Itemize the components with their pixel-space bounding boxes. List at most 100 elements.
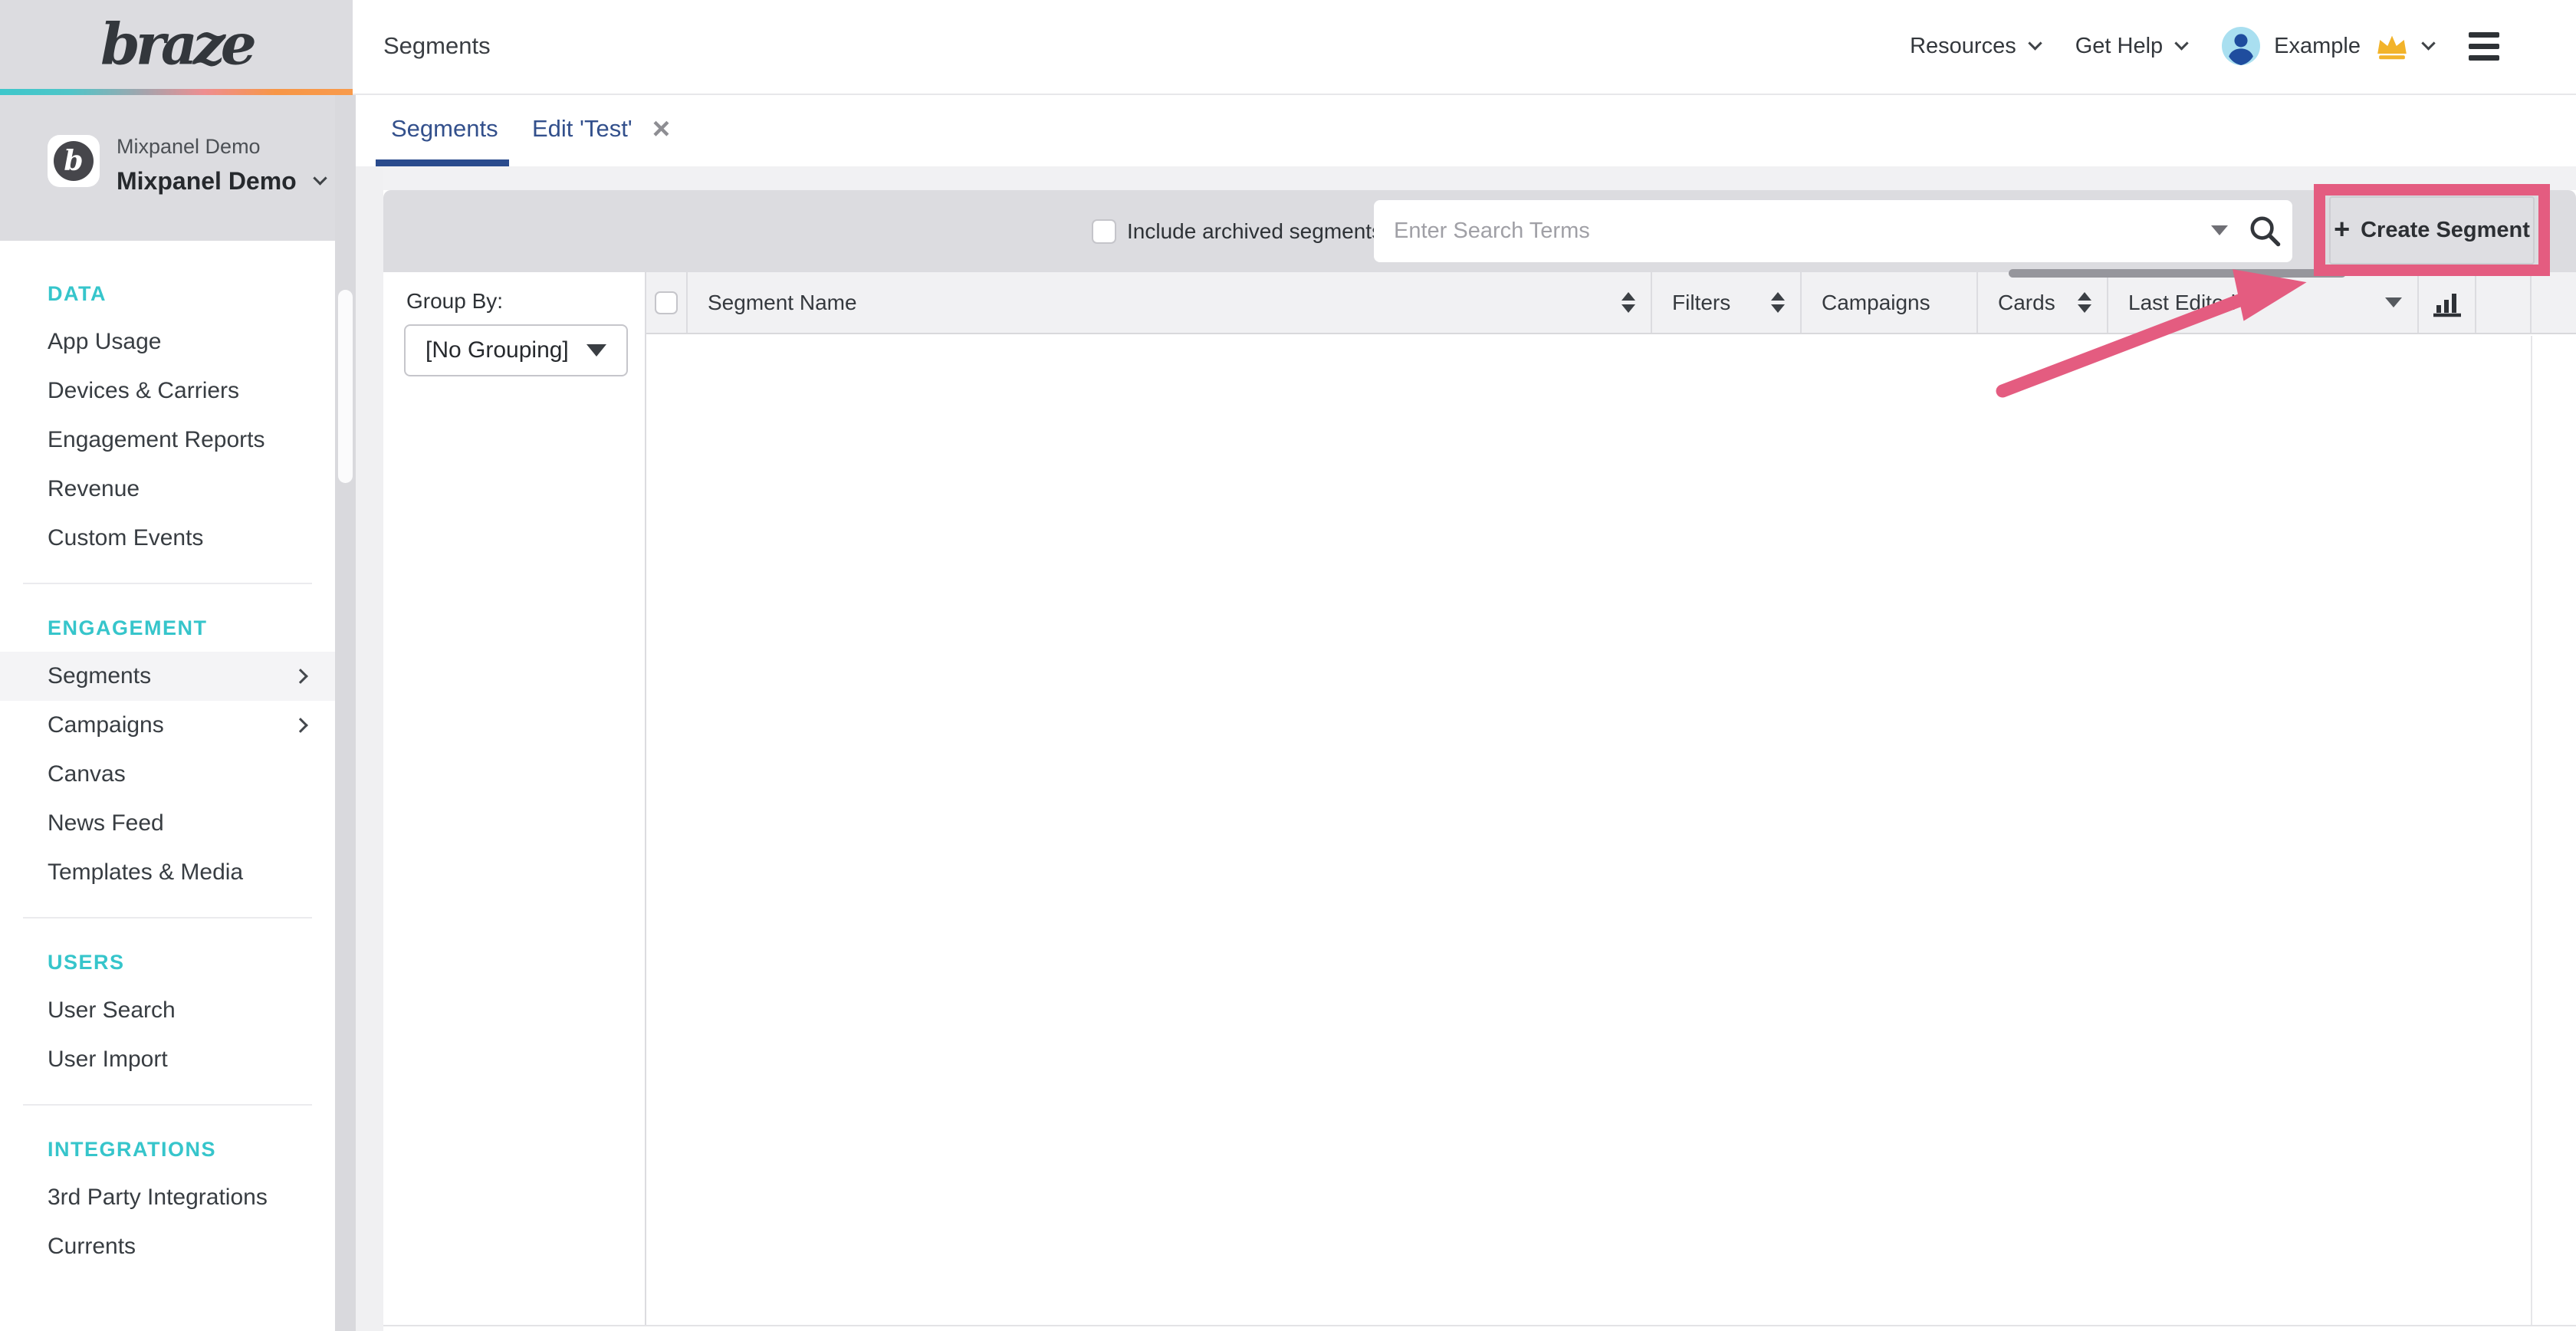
sidebar-item-label: User Search (48, 997, 176, 1024)
sidebar-item-label: User Import (48, 1047, 168, 1073)
column-label: Last Edited (2128, 291, 2236, 315)
close-icon[interactable]: × (652, 113, 670, 144)
sidebar: DATA App Usage Devices & Carriers Engage… (0, 241, 335, 1331)
workspace-avatar-letter: b (54, 141, 94, 181)
sidebar-item-label: Templates & Media (48, 859, 243, 886)
sidebar-item-label: Segments (48, 663, 151, 689)
bar-chart-icon (2429, 286, 2466, 320)
page-title: Segments (383, 0, 491, 92)
column-label: Filters (1672, 291, 1730, 315)
sidebar-item-label: News Feed (48, 810, 164, 836)
sidebar-item-engagement-reports[interactable]: Engagement Reports (0, 416, 335, 465)
topbar: Segments Resources Get Help Example (353, 0, 2576, 95)
table-body (646, 336, 2576, 1325)
braze-dashboard: braze Segments Resources Get Help Exampl… (0, 0, 2576, 1331)
brand-header: braze (0, 0, 353, 95)
chevron-right-icon (293, 669, 308, 684)
sidebar-item-custom-events[interactable]: Custom Events (0, 514, 335, 563)
sidebar-item-campaigns[interactable]: Campaigns (0, 701, 335, 750)
user-menu[interactable]: Example (2222, 27, 2433, 65)
sidebar-section-data: DATA (0, 270, 335, 317)
group-by-panel: Group By: [No Grouping] (383, 272, 646, 1325)
header-cell-filters[interactable]: Filters (1652, 272, 1802, 333)
sidebar-item-user-import[interactable]: User Import (0, 1035, 335, 1084)
sidebar-divider (23, 583, 312, 584)
group-by-dropdown[interactable]: [No Grouping] (404, 324, 628, 376)
get-help-menu[interactable]: Get Help (2075, 34, 2187, 59)
sidebar-item-templates-media[interactable]: Templates & Media (0, 848, 335, 897)
topbar-menus: Resources Get Help Example (1910, 0, 2499, 92)
resources-label: Resources (1910, 34, 2016, 59)
crown-icon (2374, 31, 2410, 61)
sidebar-item-news-feed[interactable]: News Feed (0, 799, 335, 848)
sidebar-item-revenue[interactable]: Revenue (0, 465, 335, 514)
tab-segments[interactable]: Segments (391, 97, 498, 161)
header-cell-select (646, 272, 688, 333)
sidebar-section-integrations: INTEGRATIONS (0, 1126, 335, 1173)
sidebar-item-label: Custom Events (48, 525, 203, 551)
hamburger-menu-icon[interactable] (2469, 32, 2499, 61)
sidebar-item-label: Devices & Carriers (48, 378, 239, 404)
table-header: Segment Name Filters Campaigns Cards Las… (646, 272, 2576, 334)
group-by-label: Group By: (406, 289, 503, 314)
sort-icon[interactable] (2078, 292, 2091, 313)
sidebar-gap (335, 95, 356, 1331)
content-bottom-border (383, 1325, 2576, 1326)
search-dropdown-caret-icon[interactable] (2211, 225, 2228, 235)
segments-toolbar: Include archived segments + Create Segme… (383, 190, 2576, 272)
chevron-down-icon (2028, 36, 2042, 50)
sidebar-item-3rd-party-integrations[interactable]: 3rd Party Integrations (0, 1173, 335, 1222)
sort-icon[interactable] (1622, 292, 1635, 313)
sidebar-item-devices-carriers[interactable]: Devices & Carriers (0, 366, 335, 416)
header-cell-campaigns: Campaigns (1802, 272, 1978, 333)
column-label: Segment Name (708, 291, 857, 315)
include-archived-checkbox[interactable] (1092, 219, 1116, 244)
header-cell-segment-name[interactable]: Segment Name (688, 272, 1652, 333)
tab-edit-test[interactable]: Edit 'Test' × (532, 97, 670, 161)
sidebar-item-currents[interactable]: Currents (0, 1222, 335, 1271)
sidebar-item-segments[interactable]: Segments (0, 652, 335, 701)
sidebar-scrollbar[interactable] (338, 290, 353, 483)
select-all-checkbox[interactable] (655, 291, 678, 314)
content-spacer-band (383, 166, 2576, 190)
sidebar-divider (23, 917, 312, 919)
workspace-selector[interactable]: Mixpanel Demo (117, 167, 325, 196)
sidebar-item-app-usage[interactable]: App Usage (0, 317, 335, 366)
header-cell-chart[interactable] (2419, 272, 2476, 333)
header-cell-cards[interactable]: Cards (1978, 272, 2108, 333)
sidebar-item-label: App Usage (48, 329, 161, 355)
user-name: Example (2274, 34, 2361, 59)
chevron-down-icon (2421, 36, 2435, 50)
active-tab-underline (376, 159, 509, 166)
sidebar-item-label: Campaigns (48, 712, 164, 738)
brand-gradient-divider (0, 89, 353, 95)
sidebar-item-user-search[interactable]: User Search (0, 986, 335, 1035)
search-input[interactable] (1374, 200, 2292, 262)
chevron-right-icon (293, 718, 308, 733)
workspace-name: Mixpanel Demo (117, 167, 297, 196)
content-gutter (356, 166, 383, 1331)
sidebar-divider (23, 1104, 312, 1106)
sidebar-item-label: Engagement Reports (48, 427, 265, 453)
tabs-bar: Segments Edit 'Test' × (356, 97, 2576, 166)
sidebar-item-label: 3rd Party Integrations (48, 1185, 268, 1211)
header-cell-actions (2476, 272, 2532, 333)
workspace-avatar: b (48, 135, 100, 187)
column-label: Campaigns (1822, 291, 1930, 315)
sidebar-item-label: Currents (48, 1234, 136, 1260)
header-cell-last-edited[interactable]: Last Edited (2108, 272, 2419, 333)
column-label: Cards (1998, 291, 2055, 315)
sidebar-section-engagement: ENGAGEMENT (0, 604, 335, 652)
dropdown-caret-icon[interactable] (2385, 297, 2402, 307)
sort-icon[interactable] (1771, 292, 1785, 313)
horizontal-scrollbar[interactable] (2009, 269, 2346, 278)
braze-logo: braze (100, 12, 252, 78)
include-archived-label: Include archived segments (1127, 190, 1382, 272)
chevron-down-icon (313, 171, 327, 185)
resources-menu[interactable]: Resources (1910, 34, 2040, 59)
sidebar-item-canvas[interactable]: Canvas (0, 750, 335, 799)
sidebar-item-label: Canvas (48, 761, 126, 787)
dropdown-caret-icon (586, 344, 606, 357)
sidebar-section-users: USERS (0, 938, 335, 986)
search-icon[interactable] (2246, 212, 2283, 249)
